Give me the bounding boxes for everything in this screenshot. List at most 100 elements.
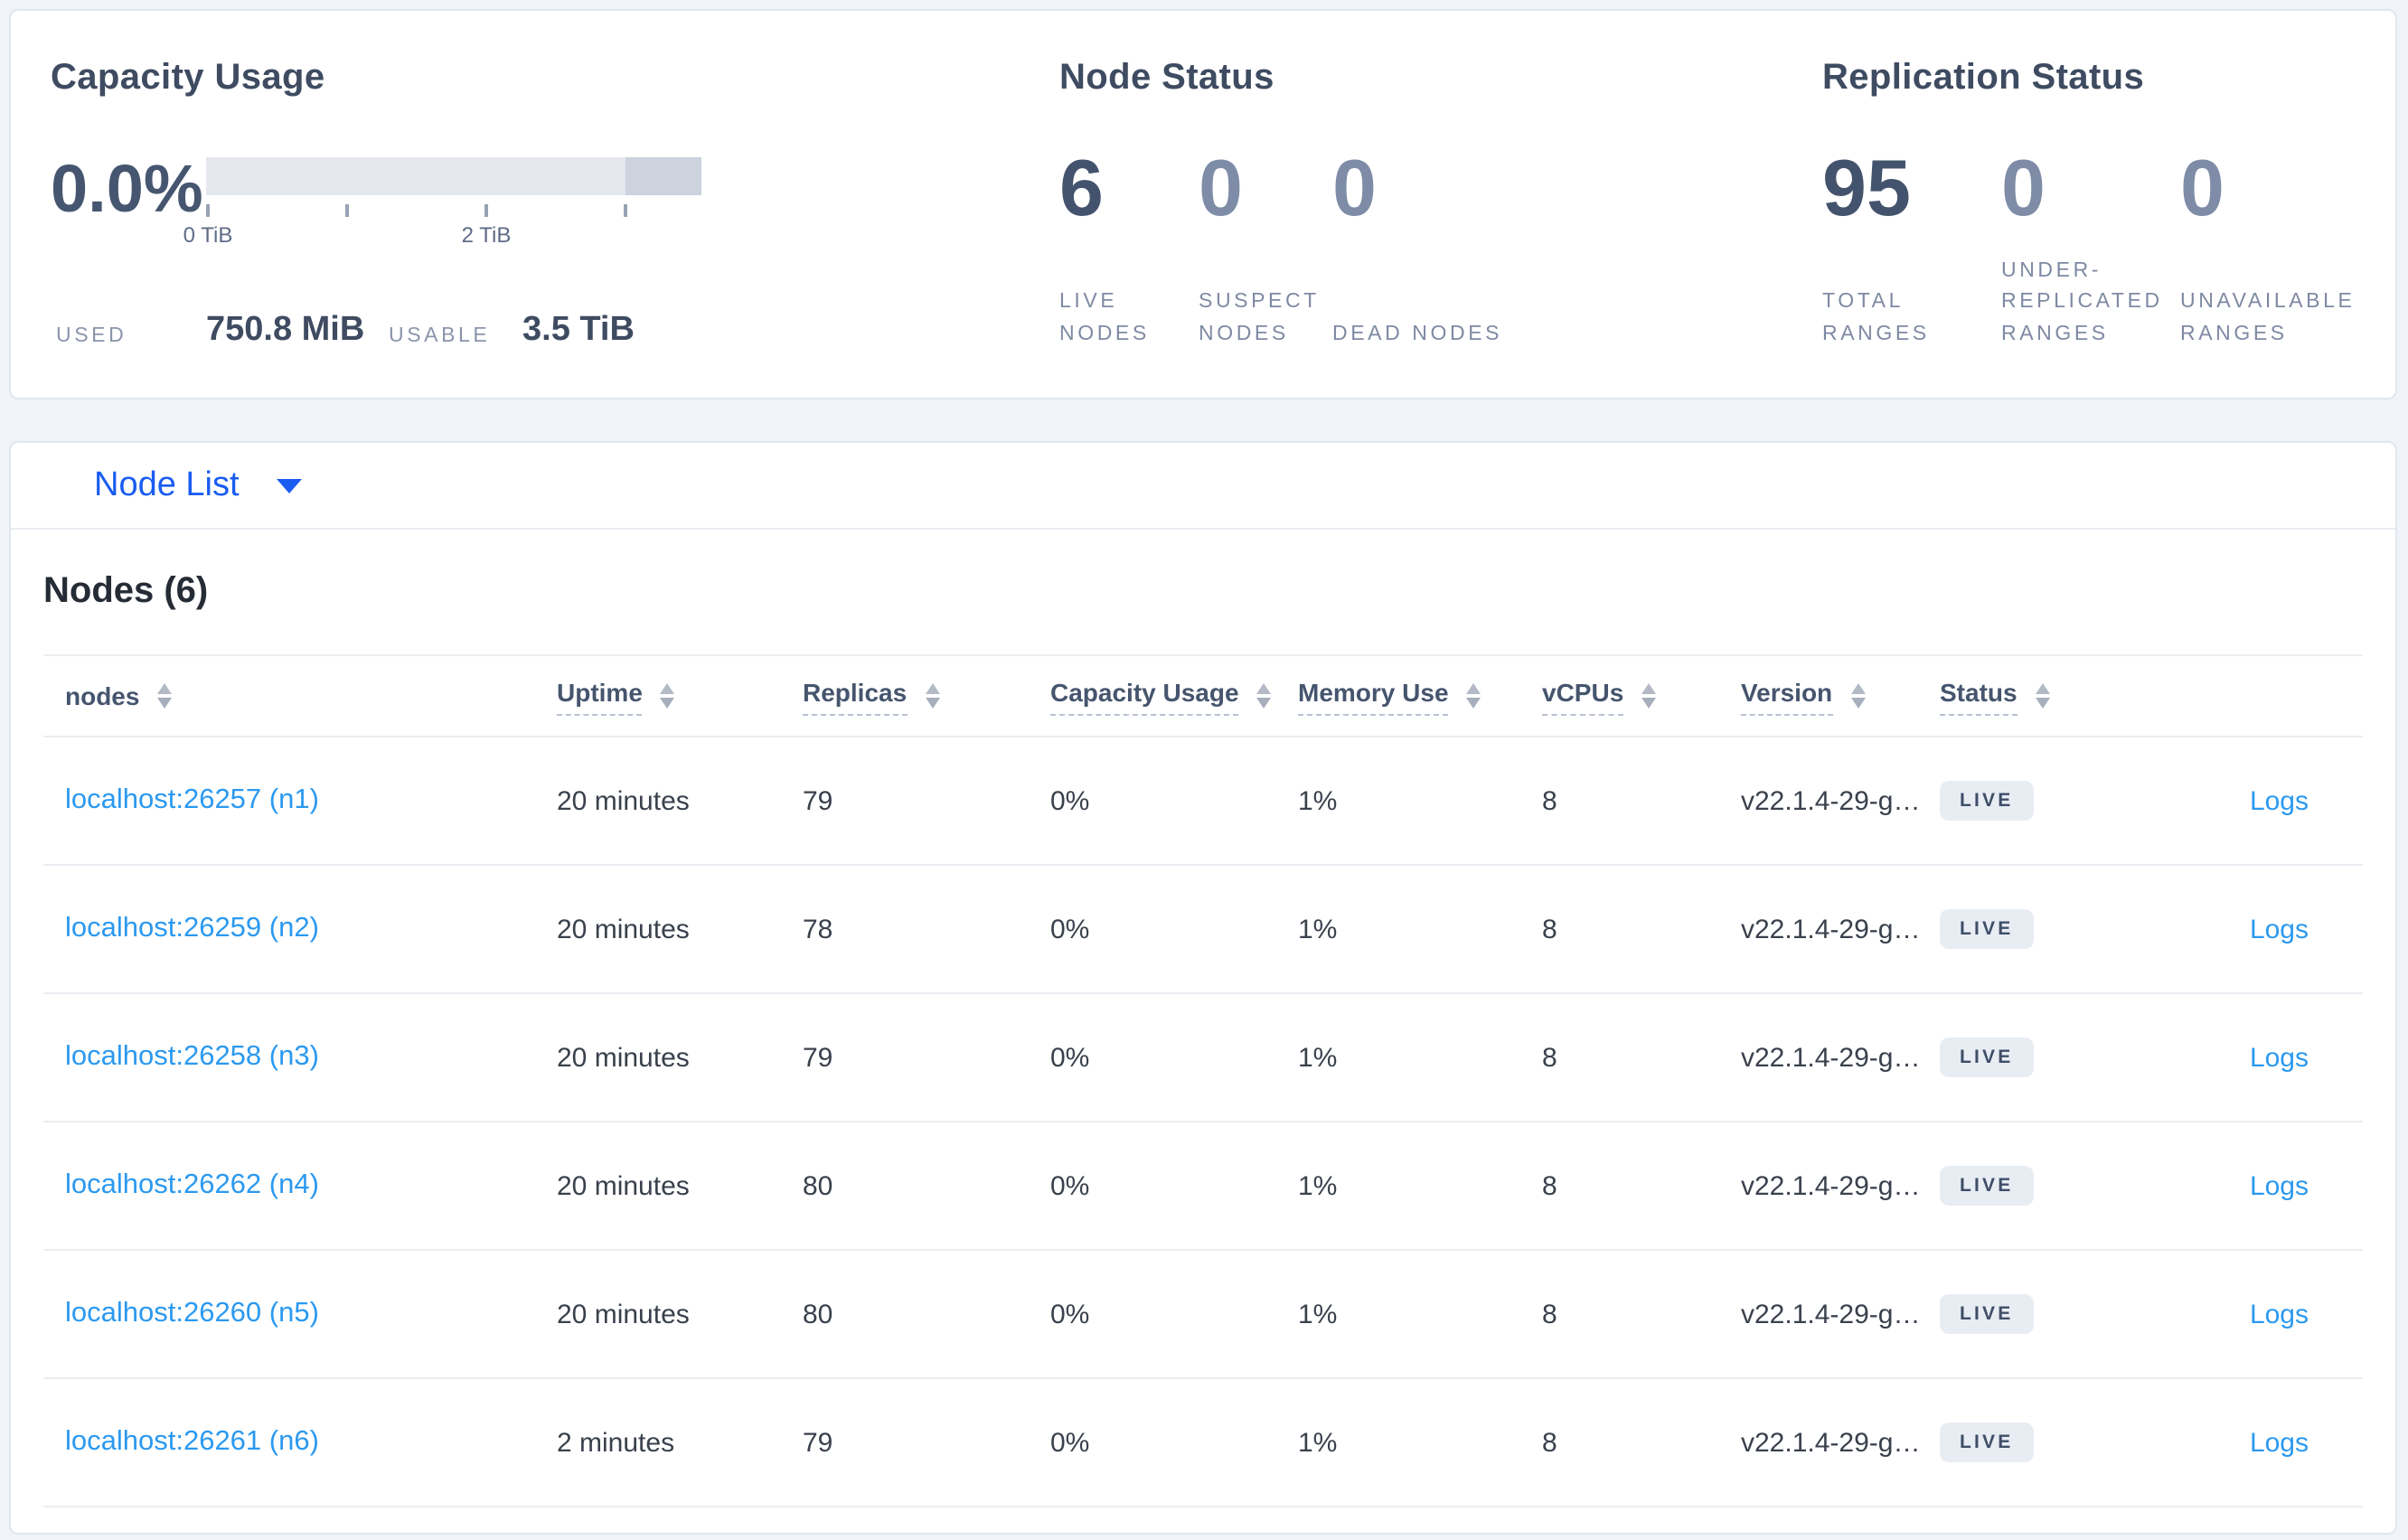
node-link[interactable]: localhost:26260 (n5) (65, 1298, 319, 1329)
sort-icon (660, 683, 675, 709)
column-header-vcpus[interactable]: vCPUs (1542, 677, 1741, 715)
node-link[interactable]: localhost:26261 (n6) (65, 1426, 319, 1457)
total-ranges-label: TOTAL RANGES (1822, 291, 1930, 344)
vcpus-cell: 8 (1542, 1170, 1557, 1201)
status-badge: LIVE (1940, 1293, 2034, 1335)
logs-link[interactable]: Logs (2250, 1299, 2309, 1329)
dead-nodes-count: 0 (1332, 145, 1377, 233)
memory-use-cell: 1% (1298, 914, 1338, 944)
sort-icon (1850, 683, 1866, 709)
live-nodes-stat: 6 LIVE NODES (1059, 145, 1199, 351)
table-row: localhost:26258 (n3) 20 minutes 79 0% 1%… (43, 994, 2363, 1122)
uptime-cell: 20 minutes (557, 914, 690, 944)
capacity-bar-track (206, 157, 701, 195)
uptime-cell: 20 minutes (557, 785, 690, 816)
cluster-summary-panel: Capacity Usage 0.0% 0 TiB 2 TiB USED 750… (9, 9, 2397, 399)
status-badge: LIVE (1940, 1037, 2034, 1078)
column-header-replicas[interactable]: Replicas (803, 677, 1050, 715)
version-cell: v22.1.4-29-g… (1741, 1170, 1921, 1201)
vcpus-cell: 8 (1542, 1299, 1557, 1329)
table-row: localhost:26257 (n1) 20 minutes 79 0% 1%… (43, 737, 2363, 866)
status-badge: LIVE (1940, 1165, 2034, 1207)
usable-value: 3.5 TiB (522, 311, 635, 349)
uptime-cell: 20 minutes (557, 1299, 690, 1329)
node-link[interactable]: localhost:26262 (n4) (65, 1169, 319, 1200)
live-nodes-count: 6 (1059, 145, 1104, 233)
vcpus-cell: 8 (1542, 1042, 1557, 1073)
suspect-nodes-count: 0 (1199, 145, 1243, 233)
usable-label: USABLE (389, 325, 491, 347)
version-cell: v22.1.4-29-g… (1741, 914, 1921, 944)
node-status-stats: 6 LIVE NODES 0 SUSPECT NODES 0 DEAD NODE… (1059, 145, 1502, 351)
column-header-uptime[interactable]: Uptime (557, 677, 803, 715)
table-row: localhost:26261 (n6) 2 minutes 79 0% 1% … (43, 1379, 2363, 1507)
total-ranges-stat: 95 TOTAL RANGES (1822, 145, 2001, 351)
used-value: 750.8 MiB (206, 311, 365, 349)
vcpus-cell: 8 (1542, 1427, 1557, 1458)
used-label: USED (56, 325, 127, 347)
memory-use-cell: 1% (1298, 785, 1338, 816)
memory-use-cell: 1% (1298, 1427, 1338, 1458)
node-list-panel: Node List Nodes (6) nodes Uptime Replica… (9, 441, 2397, 1535)
node-list-dropdown[interactable]: Node List (94, 443, 303, 530)
node-list-dropdown-label: Node List (94, 466, 240, 504)
logs-link[interactable]: Logs (2250, 1427, 2309, 1458)
version-cell: v22.1.4-29-g… (1741, 1042, 1921, 1073)
node-status-title: Node Status (1059, 58, 1275, 98)
logs-link[interactable]: Logs (2250, 1170, 2309, 1201)
cluster-overview-page: Capacity Usage 0.0% 0 TiB 2 TiB USED 750… (0, 0, 2408, 1540)
replicas-cell: 79 (803, 1427, 833, 1458)
version-cell: v22.1.4-29-g… (1741, 1427, 1921, 1458)
replicas-cell: 79 (803, 785, 833, 816)
unavailable-ranges-count: 0 (2180, 145, 2225, 233)
table-row: localhost:26260 (n5) 20 minutes 80 0% 1%… (43, 1251, 2363, 1379)
column-header-memory-use[interactable]: Memory Use (1298, 677, 1542, 715)
live-nodes-label: LIVE NODES (1059, 291, 1150, 344)
capacity-usage-cell: 0% (1050, 1042, 1090, 1073)
replication-status-stats: 95 TOTAL RANGES 0 UNDER-REPLICATED RANGE… (1822, 145, 2352, 351)
sort-icon (1256, 683, 1272, 709)
logs-link[interactable]: Logs (2250, 914, 2309, 944)
uptime-cell: 2 minutes (557, 1427, 675, 1458)
dead-nodes-stat: 0 DEAD NODES (1332, 145, 1502, 351)
suspect-nodes-label: SUSPECT NODES (1199, 291, 1320, 344)
column-header-nodes[interactable]: nodes (43, 681, 557, 710)
nodes-table: nodes Uptime Replicas Capacity Usage Mem… (43, 654, 2363, 1507)
total-ranges-count: 95 (1822, 145, 1911, 233)
vcpus-cell: 8 (1542, 785, 1557, 816)
node-status-section: Node Status 6 LIVE NODES 0 SUSPECT NODES… (1059, 11, 1801, 398)
memory-use-cell: 1% (1298, 1299, 1338, 1329)
node-link[interactable]: localhost:26258 (n3) (65, 1041, 319, 1072)
capacity-bar-provisioned-segment (626, 157, 701, 195)
uptime-cell: 20 minutes (557, 1042, 690, 1073)
sort-icon (1641, 683, 1657, 709)
chevron-down-icon (277, 479, 303, 493)
dead-nodes-label: DEAD NODES (1332, 323, 1503, 344)
replicas-cell: 80 (803, 1299, 833, 1329)
column-header-version[interactable]: Version (1741, 677, 1940, 715)
capacity-usage-cell: 0% (1050, 1170, 1090, 1201)
logs-link[interactable]: Logs (2250, 1042, 2309, 1073)
node-link[interactable]: localhost:26259 (n2) (65, 913, 319, 944)
capacity-bar-chart: 0 TiB 2 TiB (183, 157, 705, 251)
axis-tick (484, 204, 488, 217)
capacity-usage-title: Capacity Usage (51, 58, 325, 98)
replicas-cell: 80 (803, 1170, 833, 1201)
table-row: localhost:26262 (n4) 20 minutes 80 0% 1%… (43, 1122, 2363, 1251)
capacity-usage-cell: 0% (1050, 1427, 1090, 1458)
vcpus-cell: 8 (1542, 914, 1557, 944)
status-badge: LIVE (1940, 780, 2034, 822)
sort-icon (1466, 683, 1481, 709)
replicas-cell: 78 (803, 914, 833, 944)
capacity-metrics: USED 750.8 MiB USABLE 3.5 TiB (51, 311, 1036, 358)
column-header-capacity-usage[interactable]: Capacity Usage (1050, 677, 1298, 715)
capacity-usage-cell: 0% (1050, 785, 1090, 816)
replicas-cell: 79 (803, 1042, 833, 1073)
column-header-status[interactable]: Status (1940, 677, 2157, 715)
sort-icon (925, 683, 940, 709)
suspect-nodes-stat: 0 SUSPECT NODES (1199, 145, 1332, 351)
status-badge: LIVE (1940, 1422, 2034, 1463)
logs-link[interactable]: Logs (2250, 785, 2309, 816)
axis-tick (345, 204, 349, 217)
node-link[interactable]: localhost:26257 (n1) (65, 784, 319, 815)
